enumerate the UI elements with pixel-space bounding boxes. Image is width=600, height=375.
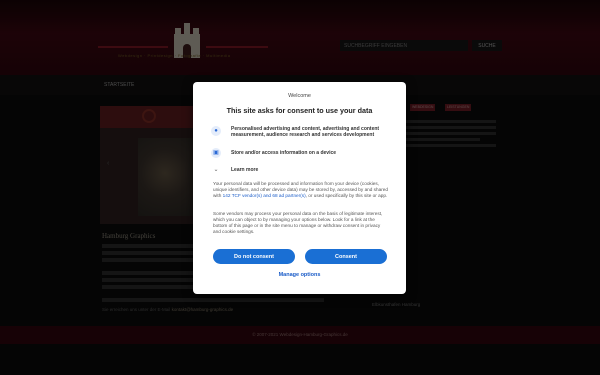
purpose-personalised: ● Personalised advertising and content, …	[211, 126, 391, 146]
legitimate-interest-text: Some vendors may process your personal d…	[213, 211, 383, 235]
learn-more-toggle[interactable]: ⌄ Learn more	[211, 165, 391, 175]
dialog-title: This site asks for consent to use your d…	[226, 106, 373, 115]
do-not-consent-button[interactable]: Do not consent	[213, 249, 295, 264]
purpose-label: Personalised advertising and content, ad…	[231, 126, 380, 138]
chevron-down-icon: ⌄	[213, 167, 219, 173]
purpose-device: ▣ Store and/or access information on a d…	[211, 148, 391, 158]
purpose-label: Store and/or access information on a dev…	[231, 150, 337, 156]
device-icon: ▣	[211, 148, 221, 158]
consent-button[interactable]: Consent	[305, 249, 387, 264]
consent-description: Your personal data will be processed and…	[213, 181, 389, 199]
page: Webdesign · Printdesign · Fotografie · M…	[0, 0, 600, 375]
vendors-link[interactable]: 142 TCF vendor(s) and 68 ad partner(s)	[223, 193, 306, 198]
dialog-welcome: Welcome	[288, 93, 311, 99]
description-text: , or used specifically by this site or a…	[305, 193, 388, 199]
consent-dialog: Welcome This site asks for consent to us…	[193, 82, 406, 294]
person-icon: ●	[211, 126, 221, 136]
manage-options-link[interactable]: Manage options	[193, 272, 406, 278]
learn-more-label[interactable]: Learn more	[231, 167, 391, 173]
